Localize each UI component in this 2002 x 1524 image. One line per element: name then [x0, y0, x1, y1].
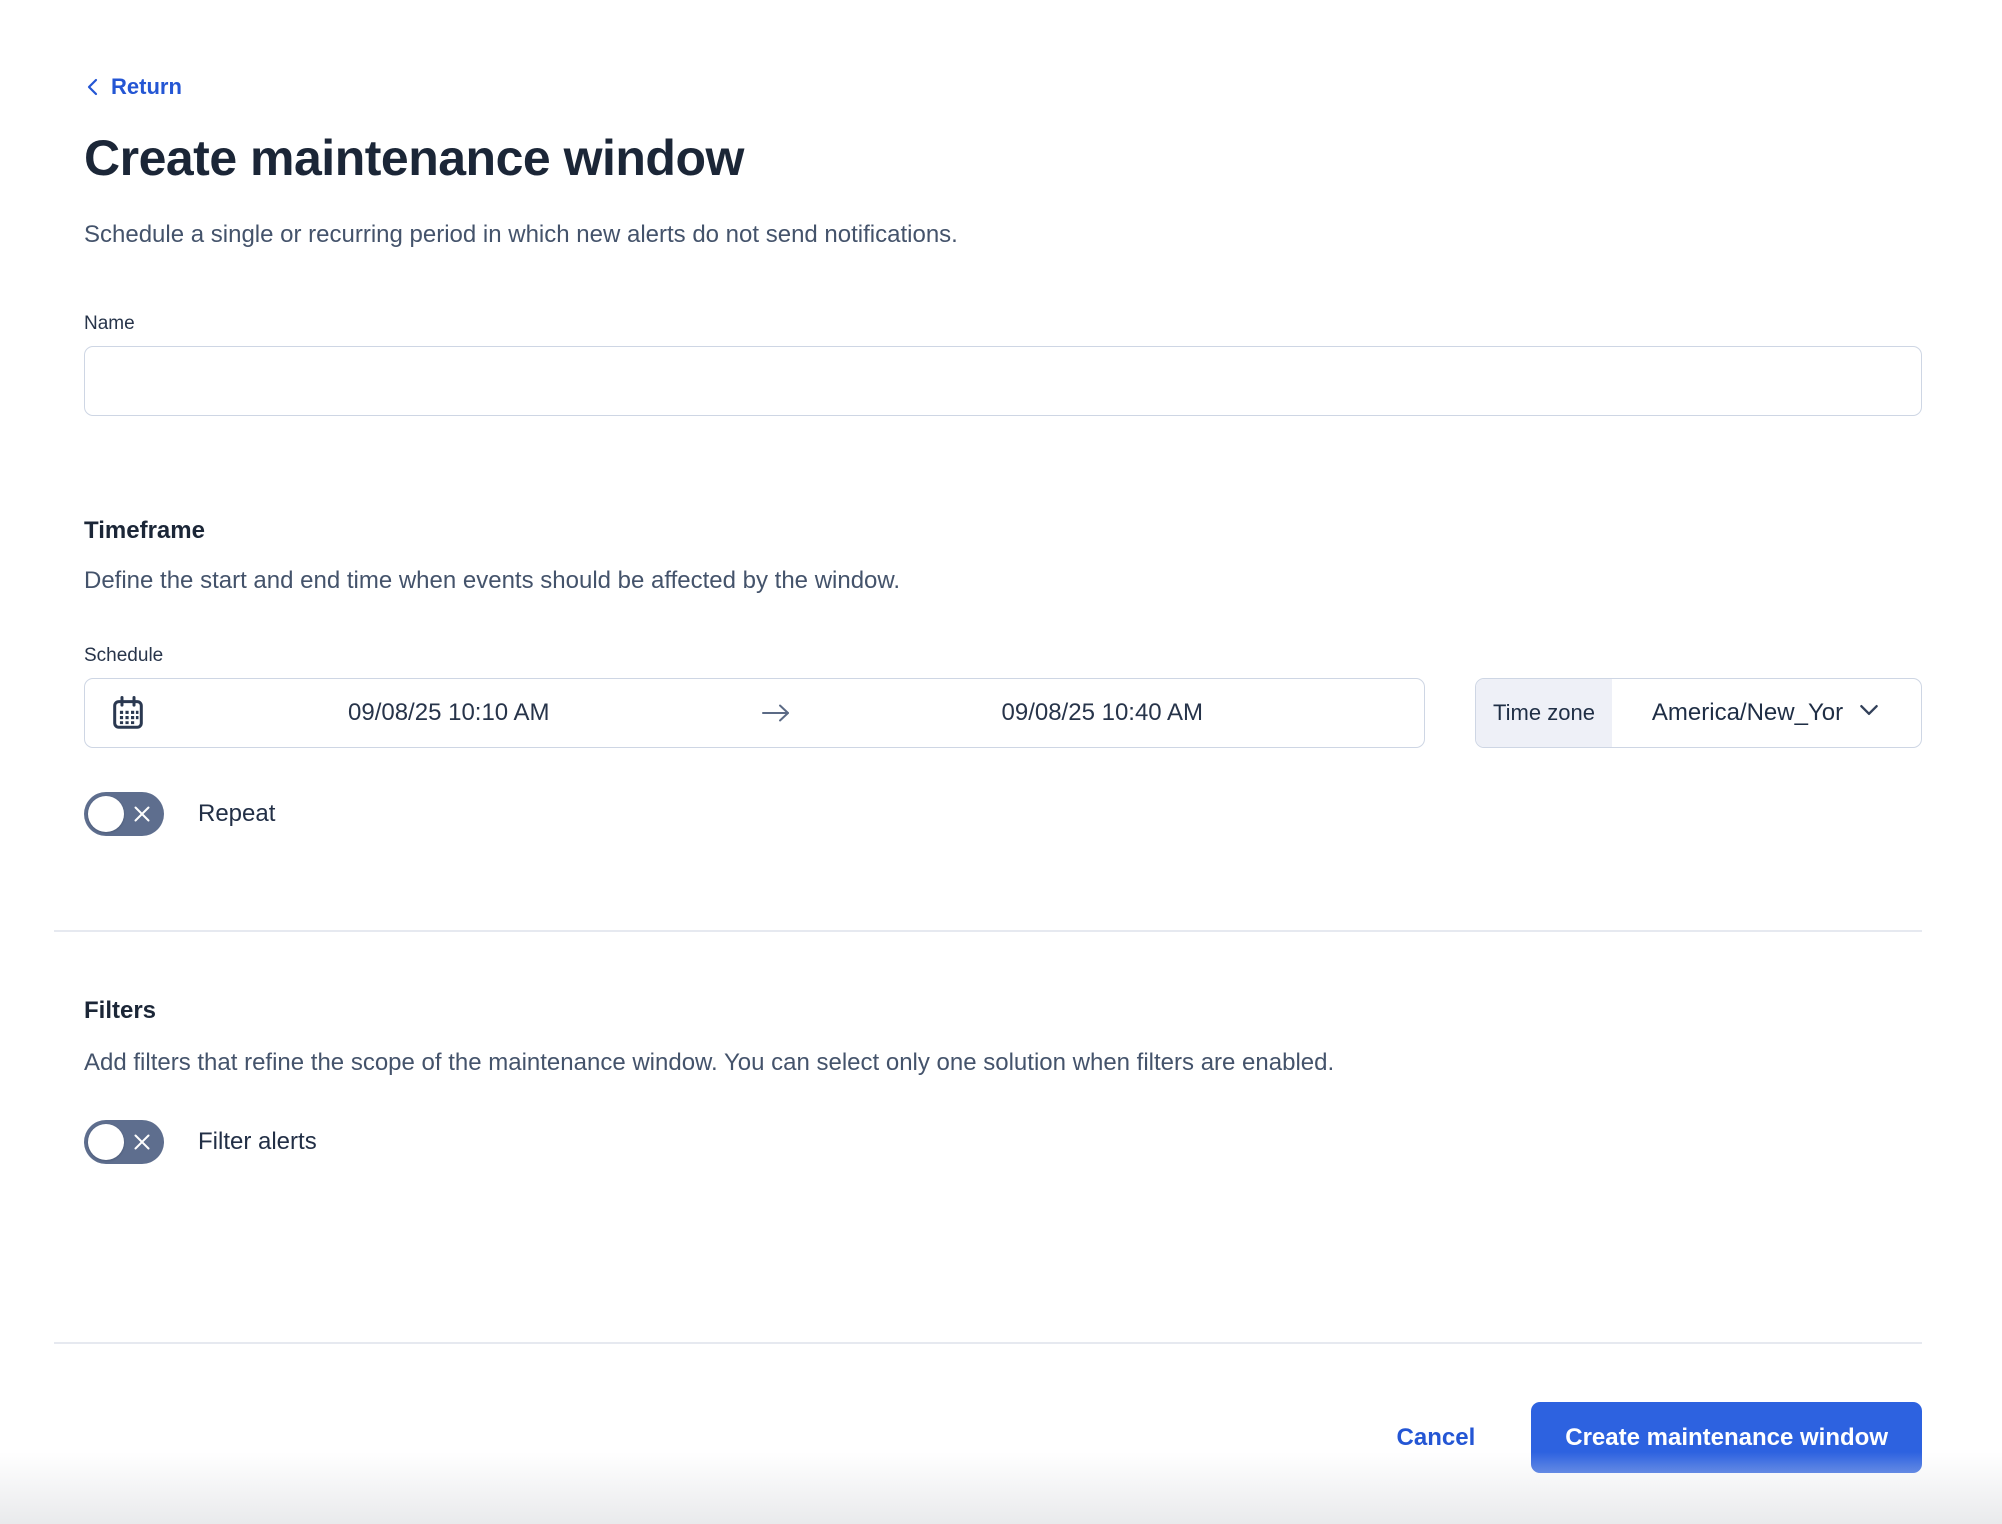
- section-divider: [54, 930, 1922, 932]
- filter-alerts-toggle[interactable]: [84, 1120, 164, 1164]
- timeframe-description: Define the start and end time when event…: [84, 566, 1922, 596]
- timezone-value: America/New_Yor: [1652, 699, 1843, 727]
- date-range-picker: 09/08/25 10:10 AM 09/08/25 10:40 AM: [84, 678, 1425, 748]
- schedule-label: Schedule: [84, 644, 1922, 668]
- toggle-knob: [88, 796, 124, 832]
- create-maintenance-window-page: Return Create maintenance window Schedul…: [0, 0, 2002, 1524]
- filters-heading: Filters: [84, 996, 1922, 1026]
- return-label: Return: [111, 74, 182, 100]
- page-title: Create maintenance window: [84, 128, 1922, 188]
- calendar-icon: [109, 692, 147, 734]
- create-maintenance-window-button[interactable]: Create maintenance window: [1531, 1402, 1922, 1473]
- x-icon: [131, 1131, 153, 1156]
- page-subtitle: Schedule a single or recurring period in…: [84, 220, 1922, 250]
- footer-actions: Cancel Create maintenance window: [84, 1402, 1922, 1473]
- toggle-knob: [88, 1124, 124, 1160]
- repeat-label: Repeat: [198, 800, 275, 828]
- schedule-row: 09/08/25 10:10 AM 09/08/25 10:40 AM Time…: [84, 678, 1922, 748]
- footer-divider: [54, 1342, 1922, 1344]
- repeat-toggle-row: Repeat: [84, 792, 1922, 836]
- timezone-dropdown[interactable]: America/New_Yor: [1612, 679, 1921, 747]
- arrow-right-icon: [751, 700, 801, 726]
- start-datetime-field[interactable]: 09/08/25 10:10 AM: [147, 680, 751, 746]
- return-link[interactable]: Return: [84, 74, 182, 100]
- name-input[interactable]: [84, 346, 1922, 416]
- timeframe-heading: Timeframe: [84, 516, 1922, 546]
- timezone-label: Time zone: [1476, 679, 1612, 747]
- chevron-down-icon: [1857, 699, 1881, 727]
- filter-alerts-label: Filter alerts: [198, 1128, 317, 1156]
- timezone-select: Time zone America/New_Yor: [1475, 678, 1922, 748]
- filters-description: Add filters that refine the scope of the…: [84, 1048, 1922, 1078]
- repeat-toggle[interactable]: [84, 792, 164, 836]
- x-icon: [131, 803, 153, 828]
- cancel-button[interactable]: Cancel: [1397, 1424, 1476, 1452]
- filter-alerts-toggle-row: Filter alerts: [84, 1120, 1922, 1164]
- name-label: Name: [84, 312, 1922, 336]
- chevron-left-icon: [84, 77, 101, 97]
- end-datetime-field[interactable]: 09/08/25 10:40 AM: [801, 680, 1405, 746]
